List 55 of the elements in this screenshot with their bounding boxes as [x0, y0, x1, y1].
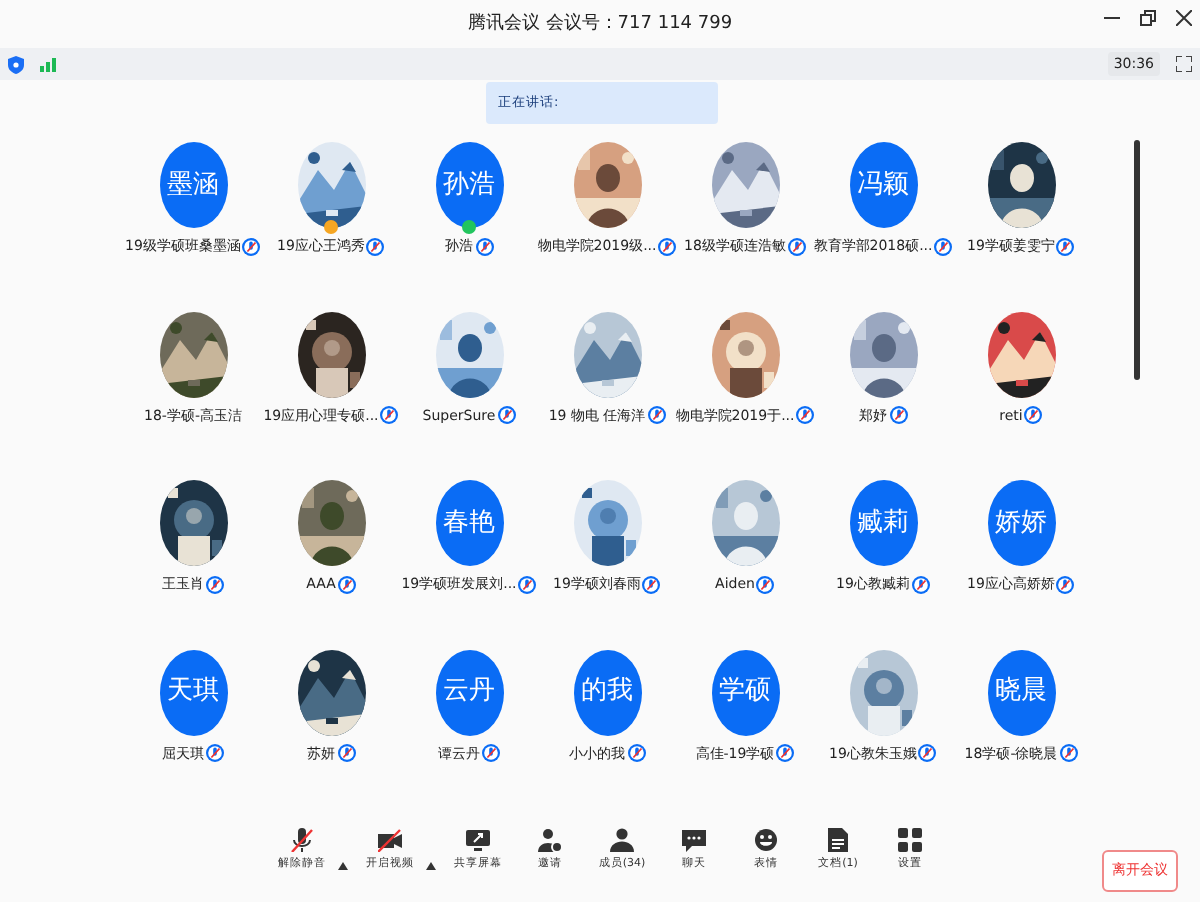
mic-muted-icon[interactable] [934, 237, 953, 256]
chat-icon [682, 828, 706, 852]
mic-muted-icon[interactable] [337, 744, 355, 763]
screen-share-icon [466, 828, 490, 852]
camera-off-icon [378, 828, 402, 852]
mic-muted-icon[interactable] [366, 237, 385, 256]
mic-muted-icon[interactable] [1056, 575, 1075, 594]
avatar: 臧莉 [849, 480, 917, 566]
mic-muted-icon[interactable] [627, 744, 645, 763]
avatar: 娇娇 [987, 480, 1055, 566]
mic-muted-icon[interactable] [380, 406, 399, 425]
document-icon [826, 828, 850, 852]
mic-muted-icon[interactable] [911, 575, 930, 594]
mic-muted-icon[interactable] [1059, 744, 1078, 763]
scrollbar[interactable] [1134, 140, 1140, 380]
avatar: 天琪 [159, 649, 227, 735]
mic-muted-icon[interactable] [918, 744, 937, 763]
person-icon [610, 828, 634, 852]
mic-muted-icon[interactable] [518, 575, 537, 594]
close-icon[interactable] [1176, 10, 1192, 26]
avatar: 晓晨 [987, 649, 1055, 735]
avatar: 春艳 [435, 480, 503, 566]
smiley-icon [754, 828, 778, 852]
mic-muted-icon[interactable] [647, 406, 666, 425]
mic-muted-icon[interactable] [796, 406, 815, 425]
mic-muted-icon[interactable] [658, 237, 677, 256]
avatar: 云丹 [435, 649, 503, 735]
mic-muted-icon[interactable] [242, 237, 261, 256]
caret-icon[interactable] [338, 861, 348, 870]
mic-muted-icon [290, 828, 314, 852]
mic-muted-icon[interactable] [475, 237, 493, 256]
add-person-icon [538, 828, 562, 852]
mic-muted-icon[interactable] [756, 575, 775, 594]
shield-icon[interactable] [8, 55, 24, 73]
restore-icon[interactable] [1140, 10, 1156, 26]
mic-muted-icon[interactable] [337, 575, 356, 594]
mic-muted-icon[interactable] [482, 744, 500, 763]
grid-icon [898, 828, 922, 852]
mic-muted-icon[interactable] [642, 575, 661, 594]
caret-icon[interactable] [426, 861, 436, 870]
mic-muted-icon[interactable] [1024, 406, 1043, 425]
avatar: 的我 [573, 649, 641, 735]
avatar: 孙浩 [435, 142, 503, 228]
mic-muted-icon[interactable] [1056, 237, 1075, 256]
mic-muted-icon[interactable] [497, 406, 516, 425]
mic-muted-icon[interactable] [206, 744, 224, 763]
fullscreen-icon[interactable] [1176, 56, 1192, 72]
window-title: 腾讯会议 会议号：717 114 799 [467, 11, 733, 38]
mic-muted-icon[interactable] [889, 406, 907, 425]
avatar: 墨涵 [159, 142, 227, 228]
avatar: 学硕 [711, 649, 779, 735]
avatar: 冯颖 [849, 142, 917, 228]
mic-muted-icon[interactable] [787, 237, 806, 256]
mic-muted-icon[interactable] [776, 744, 795, 763]
mic-muted-icon[interactable] [206, 575, 224, 594]
